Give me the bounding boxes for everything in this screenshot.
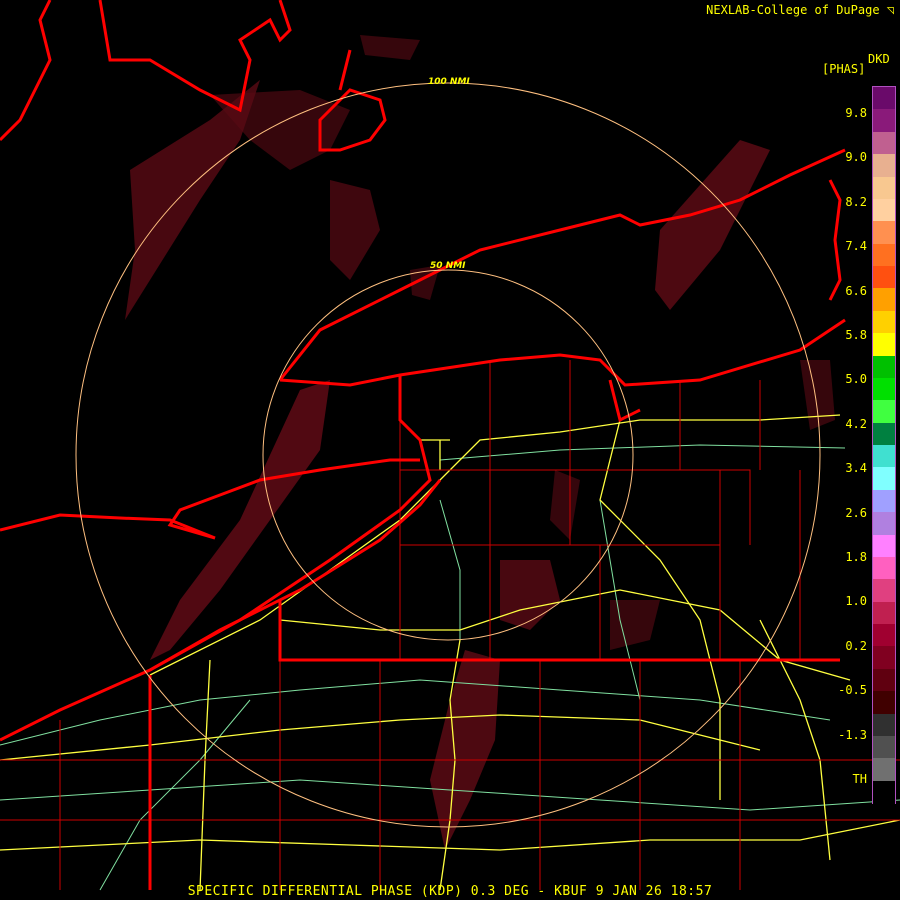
legend-swatch (873, 668, 895, 692)
legend-swatch (873, 422, 895, 446)
radar-echoes (125, 35, 835, 850)
legend-swatch (873, 534, 895, 558)
legend-swatch (873, 758, 895, 782)
legend-label: -0.5 (838, 683, 867, 698)
legend-label: 4.2 (845, 416, 867, 431)
legend-label: 0.2 (845, 638, 867, 653)
legend-swatch (873, 601, 895, 625)
range-ring-50 (262, 269, 634, 641)
legend-unit-label: DKD (868, 52, 890, 66)
credit-label: NEXLAB-College of DuPage ◹ (706, 3, 894, 17)
legend-label: 8.2 (845, 194, 867, 209)
product-title: SPECIFIC DIFFERENTIAL PHASE (KDP) 0.3 DE… (187, 884, 713, 899)
legend-swatch (873, 154, 895, 177)
legend-swatch (873, 400, 895, 424)
legend-swatch (873, 377, 895, 401)
legend-label: 7.4 (845, 239, 867, 254)
legend-swatch (873, 266, 895, 289)
legend-label: 3.4 (845, 461, 867, 476)
legend-swatch (873, 579, 895, 603)
legend-label: 9.0 (845, 150, 867, 165)
legend-unit-sub-label: [PHAS] (822, 62, 866, 76)
legend-swatch (873, 624, 895, 647)
legend-swatch (873, 109, 895, 133)
range-ring-inner-label: 50 NMI (430, 261, 466, 271)
legend-swatch (873, 713, 895, 737)
highways (0, 414, 900, 891)
range-ring-outer-label: 100 NMI (428, 77, 470, 87)
legend-swatch (873, 512, 895, 535)
legend-swatch (873, 556, 895, 580)
legend-label: 9.8 (845, 106, 867, 120)
legend-swatch (873, 87, 895, 110)
legend-swatch (873, 176, 895, 200)
legend-swatch (873, 288, 895, 312)
legend-label: 5.8 (845, 328, 867, 342)
legend-swatch (873, 310, 895, 334)
legend-swatch (873, 221, 895, 245)
legend-label: 2.6 (845, 505, 867, 520)
legend-swatch (873, 333, 895, 356)
legend-swatch (873, 691, 895, 714)
legend-swatch (873, 445, 895, 468)
legend-swatch (873, 646, 895, 670)
legend-swatch (873, 198, 895, 222)
legend-label: TH (852, 772, 867, 786)
legend-swatch (873, 735, 895, 759)
color-legend (872, 86, 896, 804)
legend-label: 1.0 (845, 594, 867, 609)
legend-label: 5.0 (845, 372, 867, 387)
legend-label: 6.6 (845, 283, 867, 298)
legend-swatch (873, 131, 895, 155)
legend-swatch (873, 355, 895, 379)
legend-label: 1.8 (845, 550, 867, 564)
legend-swatch (873, 243, 895, 267)
legend-swatch (873, 780, 895, 804)
legend-label: -1.3 (838, 727, 867, 742)
radar-map: 50 NMI 100 NMI (0, 0, 900, 891)
legend-swatch (873, 489, 895, 513)
legend-swatch (873, 467, 895, 491)
